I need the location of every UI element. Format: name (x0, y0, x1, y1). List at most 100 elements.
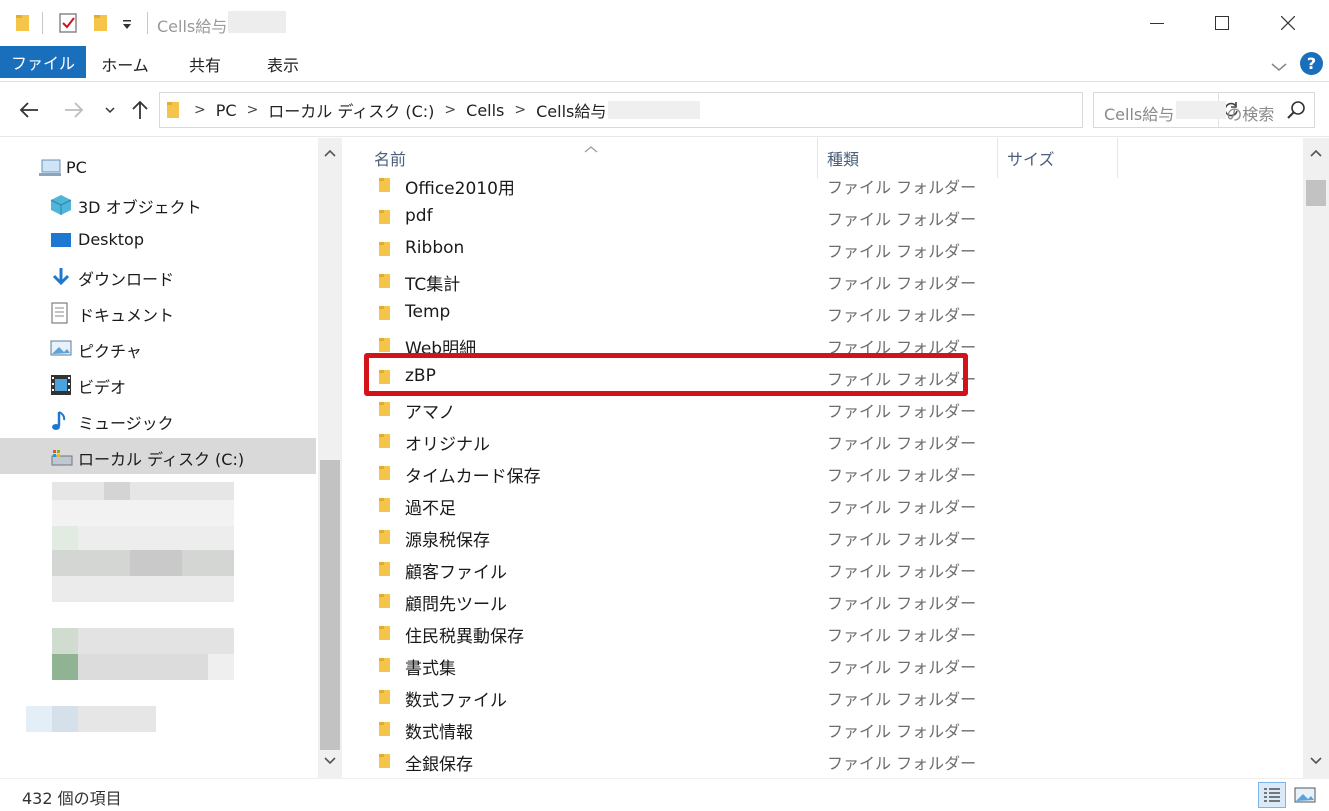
ribbon-expand-icon[interactable] (1270, 58, 1288, 77)
folder-icon (378, 656, 394, 678)
file-name: オリジナル (405, 435, 490, 455)
file-name: 書式集 (405, 659, 456, 679)
file-type: ファイル フォルダー (827, 498, 977, 517)
file-list-scrollbar[interactable] (1303, 138, 1329, 778)
nav-label: ミュージック (78, 414, 174, 433)
folder-icon (378, 688, 394, 710)
scroll-up-icon[interactable] (1304, 142, 1328, 164)
tab-share[interactable]: 共有 (172, 46, 238, 82)
scroll-down-icon[interactable] (1304, 750, 1328, 772)
file-row[interactable]: オリジナル ファイル フォルダー (344, 424, 1302, 456)
file-row[interactable]: Office2010用 ファイル フォルダー (344, 168, 1302, 200)
file-row[interactable]: アマノ ファイル フォルダー (344, 392, 1302, 424)
folder-icon (378, 752, 394, 774)
scroll-down-icon[interactable] (318, 750, 342, 772)
search-placeholder-suffix: の検索 (1226, 105, 1275, 124)
navigation-pane-scrollbar[interactable] (318, 138, 342, 778)
file-type: ファイル フォルダー (827, 434, 977, 453)
file-row[interactable]: 住民税異動保存 ファイル フォルダー (344, 616, 1302, 648)
file-row[interactable]: 源泉税保存 ファイル フォルダー (344, 520, 1302, 552)
file-name: pdf (405, 206, 433, 226)
folder-icon (378, 176, 394, 198)
search-icon (1286, 100, 1306, 124)
file-row[interactable]: Temp ファイル フォルダー (344, 296, 1302, 328)
pictures-icon (50, 338, 72, 358)
file-row[interactable]: 顧客ファイル ファイル フォルダー (344, 552, 1302, 584)
tab-home[interactable]: ホーム (92, 46, 158, 82)
file-type: ファイル フォルダー (827, 690, 977, 709)
title-bar: Cells給与 (0, 0, 1329, 46)
folder-icon (166, 100, 182, 120)
nav-item-documents[interactable]: ドキュメント (0, 294, 316, 330)
nav-item-desktop[interactable]: Desktop (0, 222, 316, 258)
file-type: ファイル フォルダー (827, 626, 977, 645)
file-name: 数式ファイル (405, 691, 507, 711)
large-icons-view-button[interactable] (1291, 782, 1319, 808)
file-row[interactable]: 数式情報 ファイル フォルダー (344, 712, 1302, 744)
close-button[interactable] (1256, 0, 1320, 46)
nav-item-pc[interactable]: PC (0, 150, 316, 186)
nav-item-3d-objects[interactable]: 3D オブジェクト (0, 186, 316, 222)
breadcrumb-cells[interactable]: Cells (466, 101, 504, 120)
file-row[interactable]: 書式集 ファイル フォルダー (344, 648, 1302, 680)
scrollbar-thumb[interactable] (320, 460, 340, 750)
file-type: ファイル フォルダー (827, 210, 977, 229)
file-row[interactable]: 過不足 ファイル フォルダー (344, 488, 1302, 520)
folder-icon (378, 208, 394, 230)
folder-icon (378, 624, 394, 646)
file-type: ファイル フォルダー (827, 466, 977, 485)
breadcrumb-cells-kyuyo[interactable]: Cells給与 (536, 98, 606, 122)
folder-icon (378, 464, 394, 486)
customize-quick-access-icon[interactable] (121, 16, 133, 35)
folder-icon (378, 432, 394, 454)
nav-item-local-disk[interactable]: ローカル ディスク (C:) (0, 438, 316, 474)
properties-icon[interactable] (58, 12, 78, 38)
up-button[interactable] (127, 97, 153, 123)
breadcrumb-pc[interactable]: PC (216, 101, 237, 120)
minimize-button[interactable] (1125, 0, 1189, 46)
nav-label: 3D オブジェクト (78, 198, 202, 217)
file-name: Ribbon (405, 238, 465, 258)
file-type: ファイル フォルダー (827, 274, 977, 293)
folder-icon (378, 496, 394, 518)
forward-button[interactable] (61, 97, 87, 123)
help-button[interactable]: ? (1300, 52, 1323, 75)
nav-item-downloads[interactable]: ダウンロード (0, 258, 316, 294)
file-name: 数式情報 (405, 723, 473, 743)
file-name: Office2010用 (405, 179, 515, 199)
recent-locations-button[interactable] (97, 97, 123, 123)
maximize-button[interactable] (1190, 0, 1254, 46)
file-row[interactable]: pdf ファイル フォルダー (344, 200, 1302, 232)
3d-objects-icon (50, 194, 72, 215)
nav-item-videos[interactable]: ビデオ (0, 366, 316, 402)
scroll-up-icon[interactable] (318, 142, 342, 164)
navigation-pane: PC 3D オブジェクト Desktop ダウンロード ドキュメント ピクチャ (0, 138, 318, 778)
file-type: ファイル フォルダー (827, 306, 977, 325)
file-row[interactable]: TC集計 ファイル フォルダー (344, 264, 1302, 296)
file-row[interactable]: 数式ファイル ファイル フォルダー (344, 680, 1302, 712)
address-bar[interactable]: > PC > ローカル ディスク (C:) > Cells > Cells給与 (159, 92, 1238, 128)
file-row[interactable]: 顧問先ツール ファイル フォルダー (344, 584, 1302, 616)
search-input[interactable]: Cells給与 の検索 (1093, 92, 1315, 128)
nav-item-music[interactable]: ミュージック (0, 402, 316, 438)
folder-icon (378, 720, 394, 742)
file-name: 過不足 (405, 499, 456, 519)
tab-file[interactable]: ファイル (0, 46, 86, 78)
details-view-button[interactable] (1258, 782, 1286, 808)
back-button[interactable] (16, 97, 42, 123)
file-row[interactable]: 全銀保存 ファイル フォルダー (344, 744, 1302, 776)
file-name: Temp (405, 302, 451, 322)
file-name: タイムカード保存 (405, 467, 541, 487)
nav-label: Desktop (78, 230, 144, 249)
file-type: ファイル フォルダー (827, 530, 977, 549)
nav-item-pictures[interactable]: ピクチャ (0, 330, 316, 366)
scrollbar-thumb[interactable] (1306, 180, 1326, 206)
breadcrumb-local-disk[interactable]: ローカル ディスク (C:) (268, 98, 434, 122)
window-title: Cells給与 (157, 17, 228, 36)
highlight-box (364, 353, 968, 396)
tab-view[interactable]: 表示 (250, 46, 316, 82)
folder-icon (378, 400, 394, 422)
file-row[interactable]: タイムカード保存 ファイル フォルダー (344, 456, 1302, 488)
new-folder-icon[interactable] (92, 12, 110, 36)
file-row[interactable]: Ribbon ファイル フォルダー (344, 232, 1302, 264)
